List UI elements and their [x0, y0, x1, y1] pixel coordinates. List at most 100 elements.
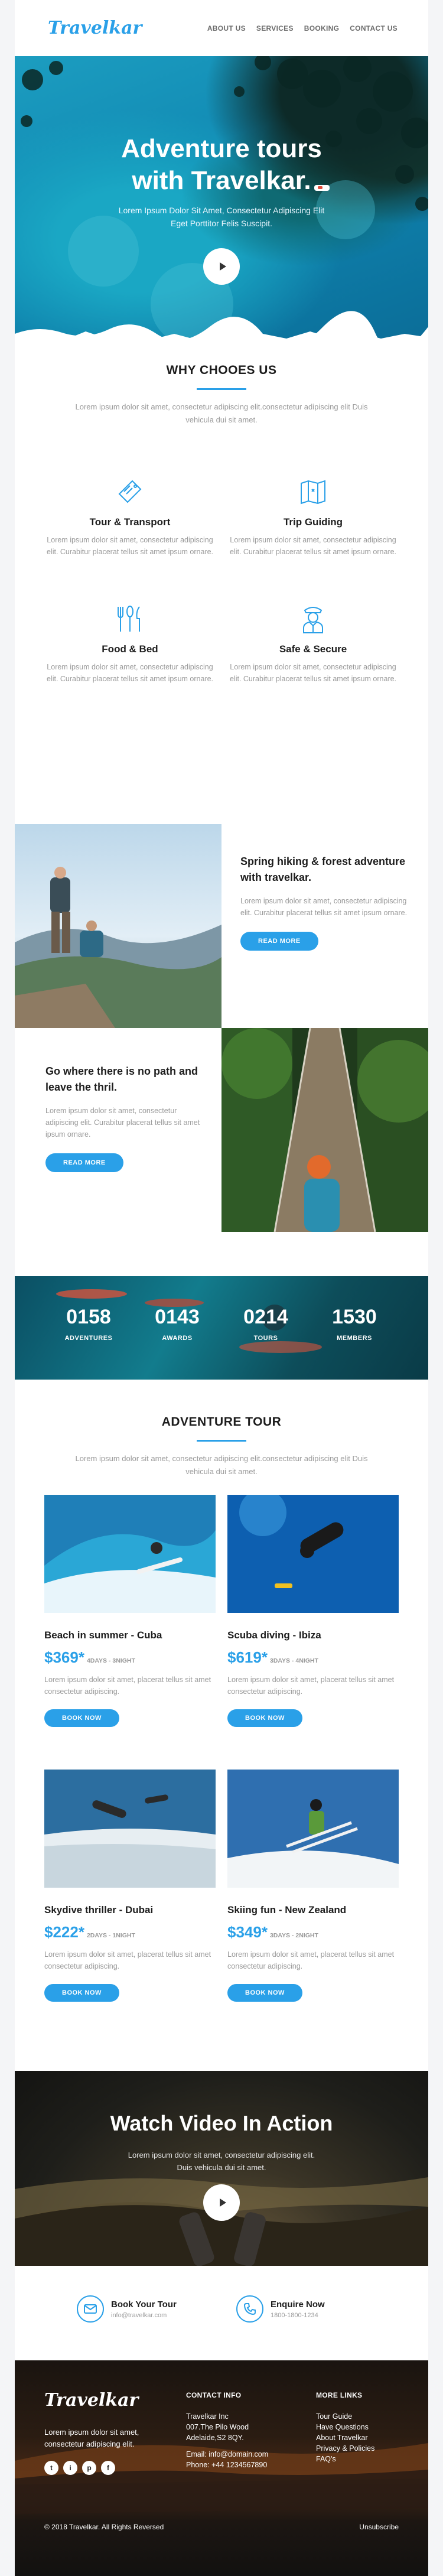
book-now-button[interactable]: BOOK NOW — [44, 1709, 119, 1727]
tour-card-ibiza: Scuba diving - Ibiza $619* 3DAYS - 4NIGHT… — [227, 1495, 399, 1727]
pinterest-icon[interactable]: p — [82, 2461, 96, 2475]
card-title: Skiing fun - New Zealand — [227, 1904, 347, 1915]
logo[interactable]: Travelkar — [48, 18, 142, 38]
enquire-title: Enquire Now — [271, 2299, 325, 2310]
contact-line: Adelaide,S2 8QY. — [186, 2434, 244, 2442]
hero-title-line1: Adventure tours — [121, 134, 322, 163]
contact-phone[interactable]: Phone: +44 1234567890 — [186, 2460, 268, 2470]
social-links: t i p f — [44, 2461, 115, 2475]
bridge-image — [222, 1028, 428, 1232]
hero-title: Adventure tours with Travelkar. — [15, 133, 428, 197]
card-price: $349* — [227, 1923, 268, 1941]
footer-link[interactable]: About Travelkar — [316, 2432, 374, 2443]
enquire-item[interactable]: Enquire Now 1800-1800-1234 — [236, 2295, 325, 2323]
book-tour-email[interactable]: info@travelkar.com — [111, 2312, 177, 2319]
card-price-row: $369* 4DAYS - 3NIGHT — [44, 1648, 216, 1667]
footer-contact-info: CONTACT INFO Travelkar Inc 007.The Pilo … — [186, 2390, 268, 2470]
footer-links-title: MORE LINKS — [316, 2391, 363, 2399]
ticket-icon — [111, 473, 149, 510]
hiking-image — [15, 824, 222, 1028]
feature-title: Trip Guiding — [283, 516, 343, 528]
card-days: 3DAYS - 2NIGHT — [269, 1932, 318, 1939]
stat-number: 0214 — [243, 1306, 288, 1328]
facebook-icon[interactable]: f — [101, 2461, 115, 2475]
stat-adventures: 0158 ADVENTURES — [44, 1306, 133, 1342]
contact-email[interactable]: Email: info@domain.com — [186, 2449, 268, 2460]
nav-booking[interactable]: BOOKING — [304, 24, 339, 32]
card-price-row: $619* 3DAYS - 4NIGHT — [227, 1648, 399, 1667]
surf-image — [44, 1495, 216, 1613]
guard-icon — [294, 600, 332, 638]
why-desc: Lorem ipsum dolor sit amet, consectetur … — [75, 402, 368, 424]
feature-food-bed: Food & Bed Lorem ipsum dolor sit amet, c… — [41, 600, 219, 685]
copyright: © 2018 Travelkar. All Rights Reversed — [44, 2523, 164, 2531]
feature-title: Safe & Secure — [279, 643, 347, 655]
feature-trip-guiding: Trip Guiding Lorem ipsum dolor sit amet,… — [224, 473, 402, 558]
read-more-button[interactable]: READ MORE — [45, 1153, 123, 1172]
hiking-title: Spring hiking & forest adventure with tr… — [240, 856, 406, 883]
envelope-icon — [77, 2295, 104, 2323]
footer-link[interactable]: Privacy & Policies — [316, 2443, 374, 2454]
contact-strip: Book Your Tour info@travelkar.com Enquir… — [15, 2295, 428, 2331]
book-now-button[interactable]: BOOK NOW — [227, 1709, 302, 1727]
play-icon — [219, 262, 226, 271]
top-nav: ABOUT US SERVICES BOOKING CONTACT US — [207, 24, 398, 32]
promo-hiking: Spring hiking & forest adventure with tr… — [15, 824, 428, 1028]
phone-icon — [236, 2295, 263, 2323]
footer-link[interactable]: Tour Guide — [316, 2411, 374, 2422]
tour-divider — [197, 1440, 246, 1442]
thrill-desc: Lorem ipsum dolor sit amet, consectetur … — [45, 1107, 200, 1139]
instagram-icon[interactable]: i — [63, 2461, 77, 2475]
skydive-image — [44, 1770, 216, 1888]
twitter-icon[interactable]: t — [44, 2461, 58, 2475]
footer-contact-title: CONTACT INFO — [186, 2391, 242, 2399]
card-title: Skydive thriller - Dubai — [44, 1904, 154, 1915]
card-days: 2DAYS - 1NIGHT — [86, 1932, 135, 1939]
nav-about[interactable]: ABOUT US — [207, 24, 246, 32]
video-play-button[interactable] — [203, 2184, 240, 2221]
email-container: Travelkar ABOUT US SERVICES BOOKING CONT… — [15, 0, 428, 2576]
nav-services[interactable]: SERVICES — [256, 24, 294, 32]
card-text: Lorem ipsum dolor sit amet, placerat tel… — [44, 1950, 211, 1970]
card-title: Beach in summer - Cuba — [44, 1629, 162, 1641]
header: Travelkar ABOUT US SERVICES BOOKING CONT… — [15, 0, 428, 56]
hiking-text: Spring hiking & forest adventure with tr… — [222, 824, 428, 1028]
book-now-button[interactable]: BOOK NOW — [44, 1984, 119, 2002]
hero-title-line2: with Travelkar. — [132, 166, 311, 195]
stat-number: 0158 — [66, 1306, 111, 1328]
card-days: 3DAYS - 4NIGHT — [269, 1657, 318, 1664]
cutlery-icon — [111, 600, 149, 638]
stats-banner: 0158 ADVENTURES 0143 AWARDS 0214 TOURS 1… — [15, 1276, 428, 1380]
footer-link[interactable]: FAQ's — [316, 2454, 374, 2464]
feature-title: Food & Bed — [102, 643, 158, 655]
card-price: $369* — [44, 1648, 84, 1666]
feature-text: Lorem ipsum dolor sit amet, consectetur … — [229, 663, 397, 683]
nav-contact[interactable]: CONTACT US — [350, 24, 398, 32]
card-text: Lorem ipsum dolor sit amet, placerat tel… — [44, 1676, 211, 1696]
stat-number: 0143 — [155, 1306, 200, 1328]
hero-play-button[interactable] — [203, 248, 240, 285]
hero-banner: Adventure tours with Travelkar. Lorem Ip… — [15, 56, 428, 363]
contact-line: 007.The Pilo Wood — [186, 2423, 249, 2431]
contact-line: Travelkar Inc — [186, 2412, 229, 2421]
enquire-phone[interactable]: 1800-1800-1234 — [271, 2312, 325, 2319]
stat-awards: 0143 AWARDS — [133, 1306, 222, 1342]
footer-logo[interactable]: Travelkar — [44, 2390, 138, 2411]
card-price: $619* — [227, 1648, 268, 1666]
unsubscribe-link[interactable]: Unsubscribe — [359, 2523, 399, 2531]
play-icon — [219, 2198, 226, 2207]
read-more-button[interactable]: READ MORE — [240, 932, 318, 951]
book-now-button[interactable]: BOOK NOW — [227, 1984, 302, 2002]
card-title: Scuba diving - Ibiza — [227, 1629, 321, 1641]
card-price: $222* — [44, 1923, 84, 1941]
book-tour-title: Book Your Tour — [111, 2299, 177, 2310]
feature-text: Lorem ipsum dolor sit amet, consectetur … — [46, 663, 214, 683]
stats-row: 0158 ADVENTURES 0143 AWARDS 0214 TOURS 1… — [44, 1306, 399, 1342]
footer-bottom: © 2018 Travelkar. All Rights Reversed Un… — [44, 2523, 399, 2531]
book-tour-item[interactable]: Book Your Tour info@travelkar.com — [77, 2295, 177, 2323]
stat-tours: 0214 TOURS — [222, 1306, 310, 1342]
why-section: WHY CHOOES US Lorem ipsum dolor sit amet… — [15, 363, 428, 683]
feature-text: Lorem ipsum dolor sit amet, consectetur … — [229, 536, 397, 556]
tour-card-cuba: Beach in summer - Cuba $369* 4DAYS - 3NIG… — [44, 1495, 216, 1727]
footer-link[interactable]: Have Questions — [316, 2422, 374, 2432]
